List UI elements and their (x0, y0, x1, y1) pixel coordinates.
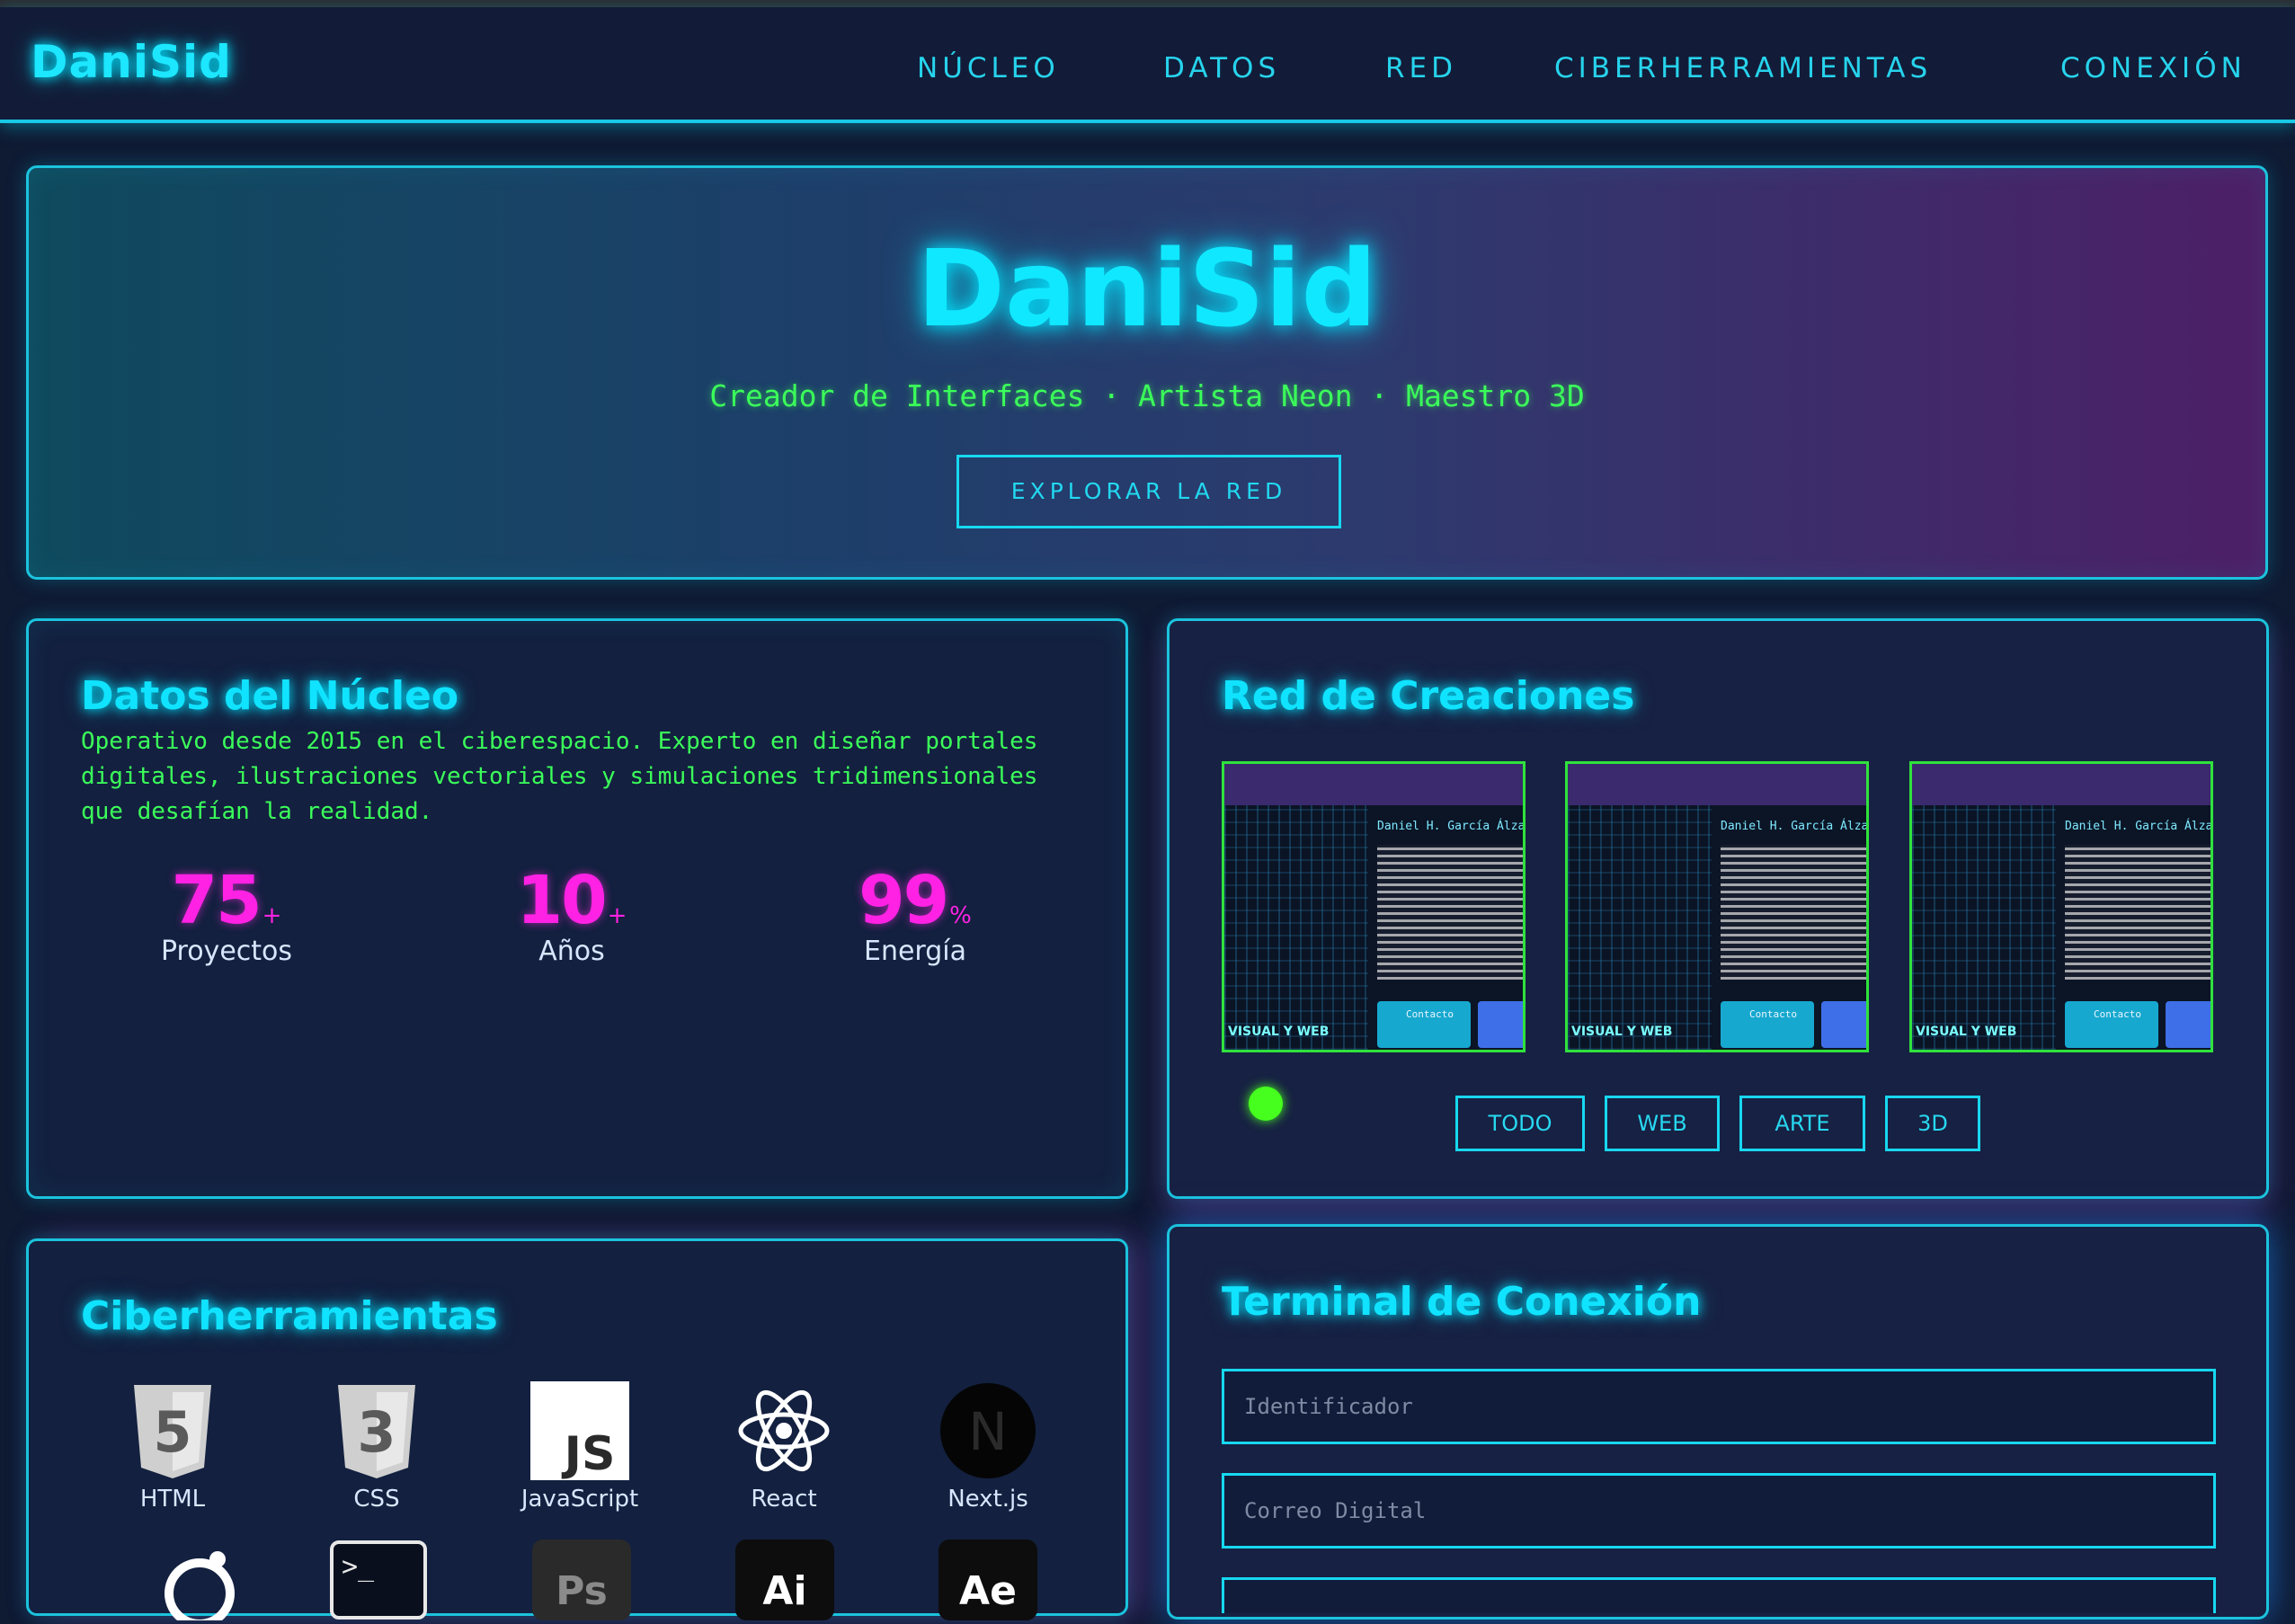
stat-energy-label: Energía (864, 936, 966, 967)
after-effects-icon: Ae (938, 1540, 1037, 1620)
project-thumbnail[interactable]: Daniel H. García Álzat Contacto VISUAL Y… (1909, 761, 2213, 1052)
thumbnail-tag: VISUAL Y WEB (1916, 1025, 2017, 1039)
react-icon (734, 1381, 833, 1480)
identifier-input[interactable] (1222, 1369, 2216, 1444)
svg-text:Ai: Ai (762, 1568, 806, 1614)
tools-panel: Ciberherramientas 5 HTML 3 CSS JS JavaSc… (26, 1238, 1128, 1624)
hero-section: DaniSid Creador de Interfaces · Artista … (26, 165, 2268, 580)
filter-button-all[interactable]: TODO (1455, 1096, 1585, 1151)
stat-energy-value: 99 (858, 862, 949, 939)
thumbnail-header-bar (1224, 764, 1523, 805)
tool-react: React (712, 1381, 856, 1513)
connection-terminal-panel: Terminal de Conexión (1167, 1224, 2269, 1620)
nav-link-nucleo[interactable]: NÚCLEO (917, 52, 1060, 84)
tool-label: JavaScript (520, 1486, 639, 1513)
svg-text:N: N (968, 1401, 1007, 1462)
svg-text:Ps: Ps (556, 1568, 608, 1614)
core-data-description: Operativo desde 2015 en el ciberespacio.… (81, 728, 1038, 825)
core-data-panel: Datos del Núcleo Operativo desde 2015 en… (26, 618, 1128, 1199)
tool-javascript: JS JavaScript (508, 1381, 652, 1513)
thumbnail-name: Daniel H. García Álzat (2065, 820, 2213, 833)
nav-link-red[interactable]: RED (1385, 52, 1457, 84)
svg-text:Ae: Ae (959, 1568, 1017, 1614)
core-data-title: Datos del Núcleo (81, 673, 459, 719)
thumbnail-secondary-button (2166, 1001, 2210, 1048)
status-dot (1249, 1087, 1283, 1121)
tool-label: CSS (353, 1486, 400, 1513)
stat-years: 10+ Años (446, 862, 698, 967)
email-input[interactable] (1222, 1473, 2216, 1549)
thumbnail-grid-background (1224, 805, 1368, 1050)
thumbnail-contact-button: Contacto (1377, 1001, 1471, 1048)
stat-energy-suffix: % (949, 902, 972, 929)
terminal-icon: >_ (329, 1540, 428, 1620)
stat-energy: 99% Energía (789, 862, 1041, 967)
hero-title: DaniSid (917, 226, 1377, 351)
photoshop-icon: Ps (532, 1540, 631, 1620)
tool-label: HTML (139, 1486, 206, 1513)
project-thumbnail[interactable]: Daniel H. García Álzat Contacto VISUAL Y… (1222, 761, 1526, 1052)
svg-text:JS: JS (562, 1427, 616, 1480)
thumbnail-secondary-button (1478, 1001, 1523, 1048)
filter-button-web[interactable]: WEB (1605, 1096, 1720, 1151)
thumbnail-grid-background (1568, 805, 1712, 1050)
tool-css: 3 CSS (305, 1381, 449, 1513)
css3-icon: 3 (327, 1381, 426, 1480)
thumbnail-header-bar (1568, 764, 1866, 805)
illustrator-icon: Ai (735, 1540, 834, 1620)
thumbnail-text-block (2065, 845, 2210, 980)
stat-years-suffix: + (607, 902, 627, 929)
thumbnail-contact-button: Contacto (1721, 1001, 1814, 1048)
filter-button-3d[interactable]: 3D (1885, 1096, 1980, 1151)
stat-years-label: Años (538, 936, 605, 967)
stat-projects-suffix: + (262, 902, 282, 929)
creations-title: Red de Creaciones (1222, 673, 1635, 719)
nextjs-icon: N (938, 1381, 1037, 1480)
project-thumbnail[interactable]: Daniel H. García Álzat Contacto VISUAL Y… (1565, 761, 1869, 1052)
svg-text:5: 5 (153, 1399, 191, 1465)
thumbnail-text-block (1377, 845, 1523, 980)
terminal-title: Terminal de Conexión (1222, 1279, 1702, 1325)
nav-link-datos[interactable]: DATOS (1163, 52, 1280, 84)
window-top-strip (0, 0, 2295, 7)
thumbnail-contact-button: Contacto (2065, 1001, 2158, 1048)
stat-years-value: 10 (516, 862, 608, 939)
creations-panel: Red de Creaciones Daniel H. García Álzat… (1167, 618, 2269, 1199)
thumbnail-name: Daniel H. García Álzat (1721, 820, 1869, 833)
stat-projects: 75+ Proyectos (101, 862, 352, 967)
nav-link-ciberherramientas[interactable]: CIBERHERRAMIENTAS (1554, 52, 1932, 84)
javascript-icon: JS (530, 1381, 629, 1481)
tool-label: React (751, 1486, 817, 1513)
stat-projects-label: Proyectos (160, 936, 293, 967)
svg-text:>_: >_ (342, 1551, 375, 1583)
thumbnail-header-bar (1912, 764, 2210, 805)
site-logo[interactable]: DaniSid (31, 36, 232, 88)
tool-html: 5 HTML (101, 1381, 245, 1513)
hero-subtitle: Creador de Interfaces · Artista Neon · M… (709, 378, 1585, 413)
stat-projects-value: 75 (171, 862, 262, 939)
tools-title: Ciberherramientas (81, 1293, 498, 1339)
thumbnail-tag: VISUAL Y WEB (1228, 1025, 1330, 1039)
svg-text:3: 3 (357, 1399, 396, 1465)
nav-link-conexion[interactable]: CONEXIÓN (2060, 52, 2246, 84)
thumbnail-tag: VISUAL Y WEB (1571, 1025, 1673, 1039)
thumbnail-secondary-button (1821, 1001, 1866, 1048)
filter-button-art[interactable]: ARTE (1739, 1096, 1865, 1151)
navbar: DaniSid NÚCLEO DATOS RED CIBERHERRAMIENT… (0, 7, 2295, 123)
message-field[interactable] (1222, 1577, 2216, 1613)
explore-network-button[interactable]: EXPLORAR LA RED (956, 455, 1341, 528)
thumbnail-grid-background (1912, 805, 2056, 1050)
thumbnail-contact-label: Contacto (2094, 1008, 2141, 1020)
thumbnail-name: Daniel H. García Álzat (1377, 820, 1526, 833)
thumbnail-contact-label: Contacto (1749, 1008, 1797, 1020)
thumbnail-text-block (1721, 845, 1866, 980)
tool-label: Next.js (947, 1486, 1028, 1513)
html5-icon: 5 (123, 1381, 222, 1480)
tool-nextjs: N Next.js (916, 1381, 1060, 1513)
thumbnail-contact-label: Contacto (1406, 1008, 1454, 1020)
ubuntu-icon (150, 1540, 249, 1624)
